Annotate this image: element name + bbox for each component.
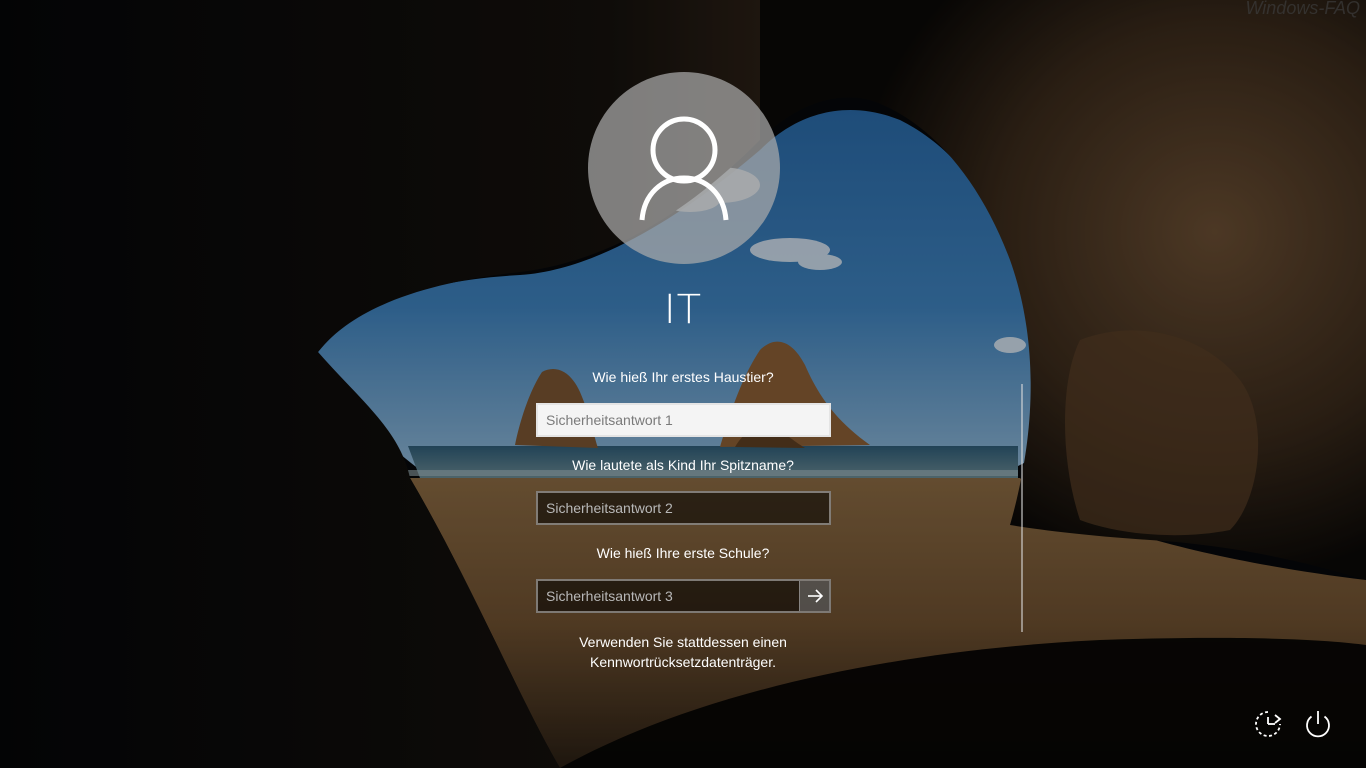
submit-button[interactable] <box>799 581 830 611</box>
ease-of-access-button[interactable] <box>1251 707 1285 741</box>
user-name: IT <box>663 287 703 333</box>
vertical-divider <box>1021 384 1023 632</box>
user-avatar <box>588 72 780 264</box>
power-icon <box>1306 711 1330 738</box>
watermark-text: Windows-FAQ <box>1245 0 1360 18</box>
arrow-right-icon <box>808 589 824 603</box>
security-question-2: Wie lautete als Kind Ihr Spitzname? <box>572 457 794 473</box>
security-question-1: Wie hieß Ihr erstes Haustier? <box>592 369 774 385</box>
security-answer-1-input[interactable] <box>536 403 831 437</box>
reset-link-line-2: Kennwortrücksetzdatenträger. <box>590 654 776 670</box>
power-button[interactable] <box>1301 707 1335 741</box>
security-answer-3-input[interactable] <box>536 579 831 613</box>
security-answer-2-input[interactable] <box>536 491 831 525</box>
security-question-3: Wie hieß Ihre erste Schule? <box>596 545 770 561</box>
ease-of-access-icon <box>1255 711 1282 737</box>
user-silhouette-icon <box>639 116 729 221</box>
reset-link-line-1: Verwenden Sie stattdessen einen <box>579 634 787 650</box>
password-reset-disk-link[interactable]: Verwenden Sie stattdessen einen Kennwort… <box>503 632 863 672</box>
